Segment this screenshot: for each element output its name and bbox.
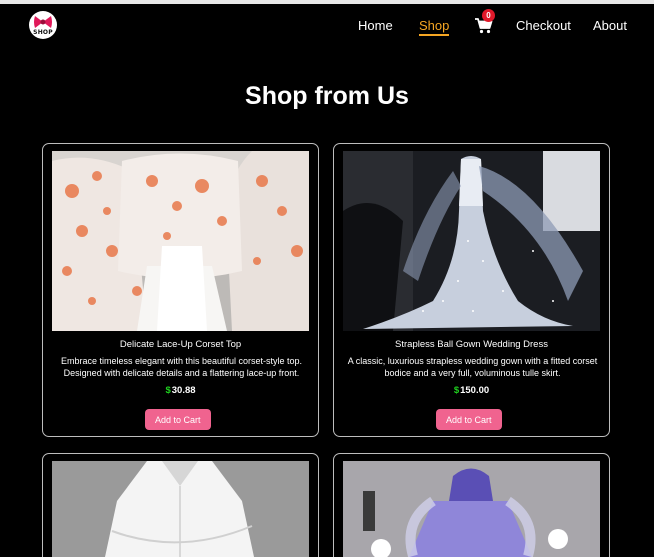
logo-text: SHOP	[33, 29, 53, 36]
navbar: SHOP Home Shop 0 Checkout About	[0, 4, 654, 48]
logo-icon[interactable]: SHOP	[29, 11, 57, 39]
nav-shop-link[interactable]: Shop	[419, 18, 450, 36]
product-image[interactable]	[343, 461, 600, 557]
product-image[interactable]	[343, 151, 600, 331]
product-name: Delicate Lace-Up Corset Top	[119, 339, 242, 350]
nav-checkout-link[interactable]: Checkout	[516, 18, 571, 33]
product-card: Delicate Lace-Up Corset Top Embrace time…	[42, 143, 319, 437]
nav-home-link[interactable]: Home	[358, 18, 393, 33]
add-to-cart-button[interactable]: Add to Cart	[436, 409, 502, 430]
add-to-cart-button[interactable]: Add to Cart	[145, 409, 211, 430]
product-description: A classic, luxurious strapless wedding g…	[347, 356, 598, 378]
nav-about-link[interactable]: About	[593, 18, 627, 33]
currency-symbol: $	[165, 385, 171, 396]
product-description: Embrace timeless elegant with this beaut…	[60, 356, 303, 378]
page-title: Shop from Us	[245, 82, 409, 110]
product-card: Strapless Ball Gown Wedding Dress A clas…	[333, 143, 610, 437]
product-name: Strapless Ball Gown Wedding Dress	[395, 339, 548, 350]
product-card	[333, 453, 610, 557]
price-value: 30.88	[171, 385, 196, 396]
currency-symbol: $	[453, 385, 460, 396]
cart-count-badge: 0	[482, 9, 495, 22]
product-image[interactable]	[52, 151, 309, 331]
product-price: $150.00	[334, 385, 609, 396]
bow-icon	[34, 16, 52, 28]
product-image[interactable]	[52, 461, 309, 557]
product-price: $30.88	[43, 385, 318, 396]
price-value: 150.00	[460, 385, 490, 396]
product-card	[42, 453, 319, 557]
